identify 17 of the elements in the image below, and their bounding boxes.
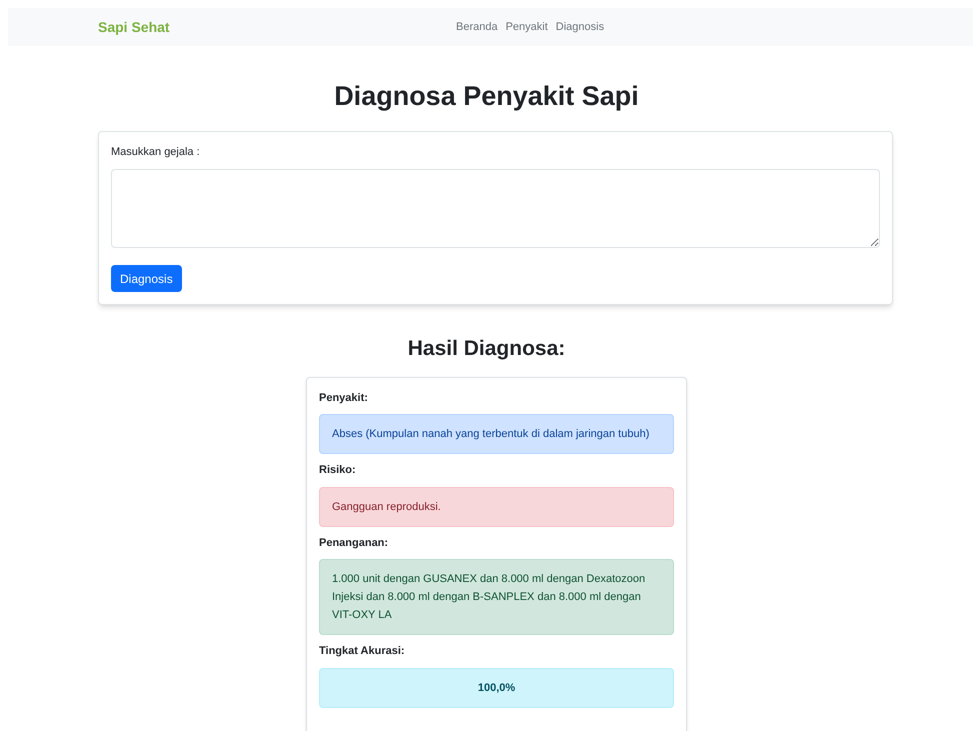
nav-link[interactable]: Penyakit <box>506 18 548 36</box>
section-label: Tingkat Akurasi: <box>319 644 406 659</box>
nav-link[interactable]: Beranda <box>456 18 498 36</box>
page-title: Diagnosa Penyakit Sapi <box>333 80 640 113</box>
diagnosis-button[interactable]: Diagnosis <box>111 265 182 292</box>
accuracy-alert: 100,0% <box>319 668 674 708</box>
symptom-input-field[interactable] <box>111 169 880 248</box>
section-label: Risiko: <box>319 463 357 478</box>
nav-link[interactable]: Diagnosis <box>556 18 604 36</box>
brand-link[interactable]: Sapi Sehat <box>98 16 170 38</box>
field-label: Masukkan gejala : <box>111 144 201 160</box>
disease-alert: Abses (Kumpulan nanah yang terbentuk di dalam jaringan tubuh) <box>319 414 674 454</box>
section-label: Penanganan: <box>319 536 390 550</box>
results-heading: Hasil Diagnosa: <box>406 336 566 362</box>
section-label: Penyakit: <box>319 390 369 406</box>
risk-alert: Gangguan reproduksi. <box>319 486 674 526</box>
treatment-alert: 1.000 unit dengan GUSANEX dan 8.000 ml dengan Dexatozoon Injeksi dan 8.000 ml dengan B-SANPLEX dan 8.000 ml dengan VIT-OXY LA <box>319 559 674 635</box>
